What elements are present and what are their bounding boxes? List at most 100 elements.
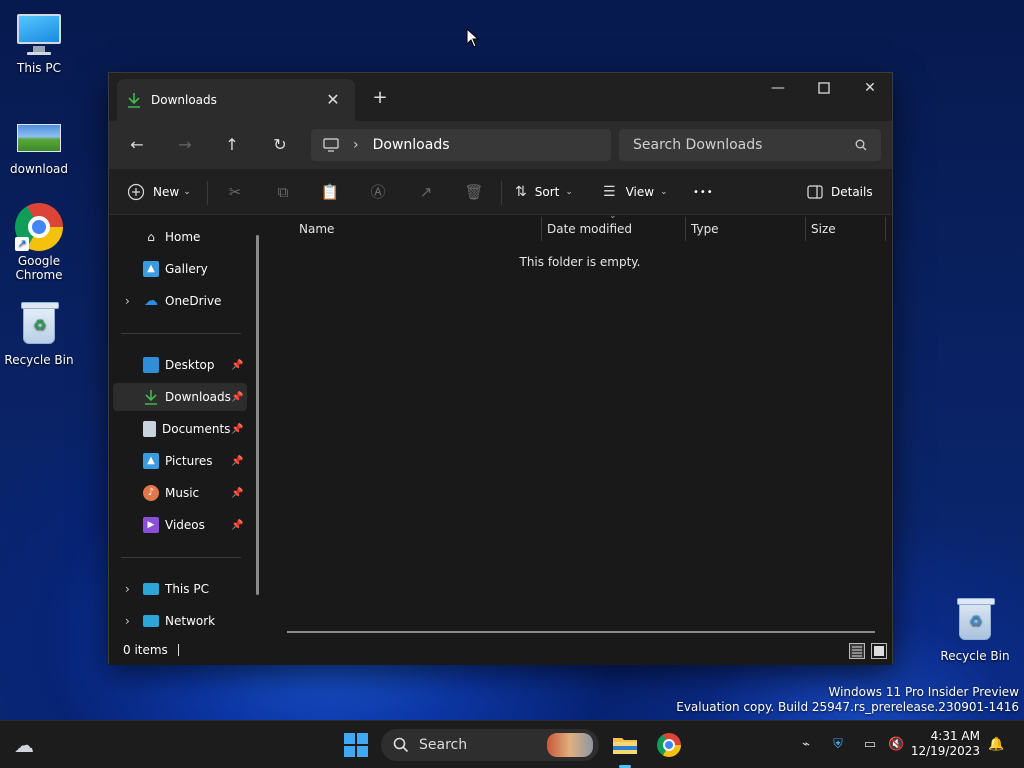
sidebar-scrollbar[interactable] bbox=[256, 235, 259, 595]
mouse-cursor-icon bbox=[466, 28, 480, 48]
desktop-icon-label: Google Chrome bbox=[15, 254, 63, 282]
security-tray-icon[interactable]: ⛨ bbox=[830, 737, 846, 753]
horizontal-scrollbar[interactable] bbox=[287, 631, 875, 633]
sidebar-item-music[interactable]: ♪ Music 📌 bbox=[113, 479, 247, 507]
desktop-icon-download[interactable]: download bbox=[1, 114, 77, 176]
sidebar-item-pictures[interactable]: ▲ Pictures 📌 bbox=[113, 447, 247, 475]
pin-icon[interactable]: 📌 bbox=[231, 456, 247, 467]
taskbar-search[interactable]: Search bbox=[381, 729, 599, 761]
sidebar-item-onedrive[interactable]: › ☁ OneDrive bbox=[113, 287, 247, 315]
tiles-view-button[interactable] bbox=[871, 643, 887, 659]
item-count: 0 items bbox=[123, 643, 168, 657]
download-icon bbox=[145, 390, 157, 405]
sidebar-item-home[interactable]: ⌂ Home bbox=[113, 223, 247, 251]
view-label: View bbox=[625, 185, 655, 199]
monitor-icon bbox=[323, 138, 339, 152]
chevron-right-icon[interactable]: › bbox=[125, 582, 130, 596]
download-icon bbox=[128, 93, 140, 108]
view-button[interactable]: ☰ View ⌄ bbox=[603, 177, 668, 207]
column-header-type[interactable]: Type bbox=[691, 215, 719, 243]
new-button[interactable]: New ⌄ bbox=[127, 177, 191, 207]
share-button[interactable]: ↗ bbox=[410, 177, 442, 207]
forward-button[interactable]: → bbox=[169, 131, 201, 159]
close-window-button[interactable]: ✕ bbox=[847, 73, 893, 103]
sidebar-item-label: Videos bbox=[165, 518, 205, 532]
search-placeholder: Search Downloads bbox=[633, 137, 763, 153]
display-tray-icon[interactable]: ▭ bbox=[862, 737, 878, 753]
address-field[interactable]: › Downloads bbox=[311, 129, 611, 161]
desktop-icon-google-chrome[interactable]: ↗ Google Chrome bbox=[1, 203, 77, 282]
start-button[interactable] bbox=[340, 729, 372, 761]
close-tab-icon[interactable]: ✕ bbox=[321, 88, 345, 112]
sidebar-item-label: Gallery bbox=[165, 262, 208, 276]
back-button[interactable]: ← bbox=[121, 131, 153, 159]
minimize-button[interactable]: — bbox=[755, 73, 801, 103]
search-label: Search bbox=[419, 737, 468, 753]
paste-button[interactable]: 📋 bbox=[314, 177, 346, 207]
status-caret bbox=[177, 644, 179, 656]
desktop-icon-label: Recycle Bin bbox=[4, 353, 74, 367]
watermark-line-2: Evaluation copy. Build 25947.rs_prerelea… bbox=[676, 700, 1019, 714]
pin-icon[interactable]: 📌 bbox=[231, 520, 247, 531]
sidebar-item-label: Music bbox=[165, 486, 200, 500]
home-icon: ⌂ bbox=[147, 230, 155, 244]
desktop-icon-this-pc[interactable]: This PC bbox=[1, 10, 77, 75]
taskbar-file-explorer[interactable] bbox=[609, 729, 641, 768]
sidebar-item-label: Downloads bbox=[165, 390, 231, 404]
pin-icon[interactable]: 📌 bbox=[231, 360, 247, 371]
chevron-right-icon[interactable]: › bbox=[353, 137, 359, 153]
sidebar-item-downloads[interactable]: Downloads 📌 bbox=[113, 383, 247, 411]
new-tab-button[interactable]: + bbox=[367, 85, 393, 111]
rename-icon: Ⓐ bbox=[370, 183, 386, 201]
network-tray-icon[interactable]: ⌁ bbox=[798, 737, 814, 753]
tab-downloads[interactable]: Downloads ✕ bbox=[117, 79, 355, 121]
chevron-right-icon[interactable]: › bbox=[125, 294, 130, 308]
shortcut-arrow-icon: ↗ bbox=[15, 237, 29, 251]
sidebar-item-gallery[interactable]: ▲ Gallery bbox=[113, 255, 247, 283]
desktop-icon-recycle-bin[interactable]: ♻ Recycle Bin bbox=[1, 300, 77, 367]
search-input[interactable]: Search Downloads bbox=[619, 129, 881, 161]
pin-icon[interactable]: 📌 bbox=[231, 488, 247, 499]
desktop-icon-recycle-bin-right[interactable]: ♻ Recycle Bin bbox=[937, 596, 1013, 663]
volume-muted-icon[interactable]: 🔇 bbox=[888, 737, 904, 753]
maximize-button[interactable] bbox=[801, 73, 847, 103]
delete-button[interactable]: 🗑 bbox=[458, 177, 490, 207]
chrome-icon: ↗ bbox=[15, 203, 63, 251]
chevron-right-icon[interactable]: › bbox=[125, 614, 130, 628]
sidebar-item-label: This PC bbox=[165, 582, 209, 596]
pictures-icon: ▲ bbox=[143, 453, 159, 469]
chevron-down-icon: ⌄ bbox=[660, 187, 668, 197]
sidebar-item-this-pc[interactable]: › This PC bbox=[113, 575, 247, 603]
pin-icon[interactable]: 📌 bbox=[231, 392, 247, 403]
sort-button[interactable]: ⇅ Sort ⌄ bbox=[515, 177, 573, 207]
desktop-folder-icon bbox=[143, 357, 159, 373]
cloud-icon: ☁ bbox=[144, 293, 158, 309]
windows-logo-icon bbox=[344, 733, 368, 757]
notification-bell-icon[interactable]: 🔔 bbox=[988, 737, 1004, 753]
address-bar: ← → ↑ ↻ › Downloads Search Downloads bbox=[109, 121, 892, 169]
pin-icon[interactable]: 📌 bbox=[231, 424, 247, 435]
up-button[interactable]: ↑ bbox=[216, 131, 248, 159]
column-header-date-modified[interactable]: Date modified bbox=[547, 215, 632, 243]
sidebar-item-documents[interactable]: Documents 📌 bbox=[113, 415, 247, 443]
column-header-name[interactable]: Name bbox=[299, 215, 334, 243]
cut-button[interactable]: ✂ bbox=[219, 177, 251, 207]
clock[interactable]: 4:31 AM 12/19/2023 bbox=[911, 729, 980, 759]
sidebar-item-desktop[interactable]: Desktop 📌 bbox=[113, 351, 247, 379]
sidebar-item-videos[interactable]: ▶ Videos 📌 bbox=[113, 511, 247, 539]
trash-icon: 🗑 bbox=[464, 183, 484, 201]
column-header-size[interactable]: Size bbox=[811, 215, 836, 243]
weather-widget[interactable]: ☁ bbox=[8, 729, 40, 761]
refresh-button[interactable]: ↻ bbox=[264, 131, 296, 159]
more-options-button[interactable]: ••• bbox=[693, 177, 714, 207]
breadcrumb-downloads[interactable]: Downloads bbox=[373, 137, 450, 153]
image-file-icon bbox=[15, 114, 63, 156]
rename-button[interactable]: Ⓐ bbox=[362, 177, 394, 207]
sidebar-item-network[interactable]: › Network bbox=[113, 607, 247, 635]
details-view-icon bbox=[852, 646, 862, 657]
details-pane-icon bbox=[807, 185, 823, 199]
details-view-button[interactable] bbox=[849, 643, 865, 659]
copy-button[interactable]: ⧉ bbox=[267, 177, 299, 207]
taskbar-chrome[interactable] bbox=[653, 729, 685, 761]
details-button[interactable]: Details bbox=[807, 177, 873, 207]
